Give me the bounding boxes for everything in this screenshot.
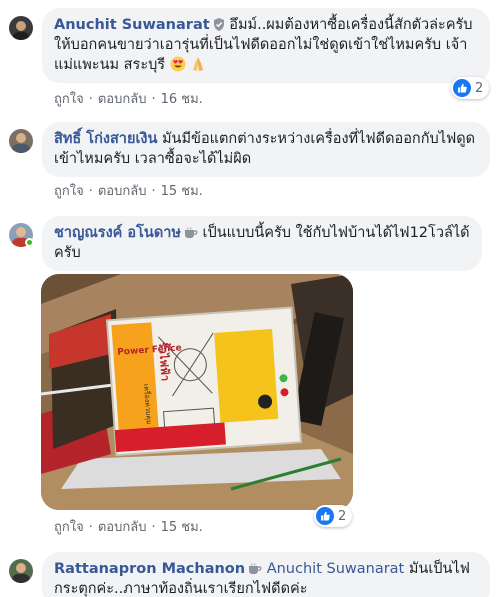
comment-actions: ถูกใจ · ตอบกลับ · 15 ชม. [54, 516, 203, 537]
separator-dot: · [151, 184, 156, 199]
verified-shield-icon [213, 18, 224, 31]
like-thumb-icon [316, 507, 334, 525]
avatar[interactable] [9, 129, 33, 153]
comment-author[interactable]: ชาญณรงค์ อโนดาษ [54, 225, 181, 241]
coffee-cup-icon [184, 227, 198, 238]
like-link[interactable]: ถูกใจ [54, 92, 84, 107]
comment-bubble: Rattanapron Machanon Anuchit Suwanarat ม… [42, 552, 490, 597]
reaction-count[interactable]: 2 [314, 505, 353, 527]
online-status-dot [25, 238, 34, 247]
reaction-number: 2 [338, 508, 347, 524]
comment-bubble: ชาญณรงค์ อโนดาษ เป็นแบบนี้ครับ ใช้กับไฟบ… [42, 216, 482, 271]
comment-author[interactable]: สิทธิ์ โก่งสายเงิน [54, 131, 157, 147]
like-link[interactable]: ถูกใจ [54, 520, 84, 535]
avatar[interactable] [9, 16, 33, 40]
reaction-number: 2 [475, 80, 484, 96]
reaction-count[interactable]: 2 [451, 77, 490, 99]
like-thumb-icon [453, 79, 471, 97]
comment-bubble: Anuchit Suwanarat อึมม์..ผมต้องหาซื้อเคร… [42, 8, 490, 83]
timestamp[interactable]: 15 ชม. [161, 184, 203, 199]
avatar[interactable] [9, 559, 33, 583]
timestamp[interactable]: 15 ชม. [161, 520, 203, 535]
praying-hands-emoji-icon [193, 57, 204, 71]
separator-dot: · [88, 184, 93, 199]
timestamp[interactable]: 16 ชม. [161, 92, 203, 107]
comment-author[interactable]: Rattanapron Machanon [54, 561, 245, 577]
comment-bubble: สิทธิ์ โก่งสายเงิน มันมีข้อแตกต่างระหว่า… [42, 122, 490, 177]
comment-author[interactable]: Anuchit Suwanarat [54, 17, 210, 33]
reply-link[interactable]: ตอบกลับ [98, 92, 147, 107]
heart-eyes-emoji-icon [170, 56, 186, 72]
coffee-cup-icon [249, 563, 262, 574]
separator-dot: · [88, 92, 93, 107]
comment-actions: ถูกใจ · ตอบกลับ · 16 ชม. [54, 88, 203, 109]
mention-link[interactable]: Anuchit Suwanarat [267, 561, 405, 577]
separator-dot: · [88, 520, 93, 535]
separator-dot: · [151, 520, 156, 535]
comment-actions: ถูกใจ · ตอบกลับ · 15 ชม. [54, 180, 203, 201]
reply-link[interactable]: ตอบกลับ [98, 184, 147, 199]
like-link[interactable]: ถูกใจ [54, 184, 84, 199]
attached-photo[interactable]: Power Fence รั้วไฟฟ้า เครื่องควบคุม [41, 274, 353, 510]
separator-dot: · [151, 92, 156, 107]
reply-link[interactable]: ตอบกลับ [98, 520, 147, 535]
